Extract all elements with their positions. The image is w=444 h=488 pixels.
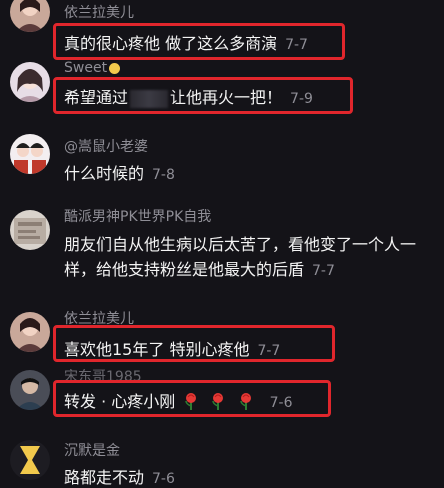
comment-date: 7-7: [312, 263, 335, 279]
comment-username[interactable]: @嵩鼠小老婆: [64, 136, 148, 156]
badge-icon: [109, 62, 121, 74]
comment-body: 路都走不动: [64, 468, 145, 487]
comment-item[interactable]: @嵩鼠小老婆 什么时候的 7-8: [0, 126, 444, 196]
avatar[interactable]: [10, 62, 50, 102]
comment-username[interactable]: 沉默是金: [64, 440, 120, 460]
comment-text: 什么时候的 7-8: [64, 160, 175, 184]
highlight-box: [53, 380, 331, 417]
comment-item[interactable]: 酷派男神PK世界PK自我 朋友们自从他生病以后太苦了，看他变了一个人一样，给他支…: [0, 200, 444, 300]
comment-date: 7-6: [152, 471, 175, 487]
highlight-box: [53, 23, 345, 60]
comment-body: 朋友们自从他生病以后太苦了，看他变了一个人一样，给他支持粉丝是他最大的后盾: [64, 235, 417, 279]
comment-body: 什么时候的: [64, 164, 145, 183]
comment-text: 路都走不动 7-6: [64, 464, 175, 488]
comment-username[interactable]: 依兰拉美儿: [64, 2, 134, 22]
avatar[interactable]: [10, 0, 50, 32]
comment-text: 朋友们自从他生病以后太苦了，看他变了一个人一样，给他支持粉丝是他最大的后盾 7-7: [64, 232, 436, 284]
highlight-box: [53, 325, 335, 362]
avatar[interactable]: [10, 440, 50, 480]
avatar[interactable]: [10, 312, 50, 352]
comment-date: 7-8: [152, 167, 175, 183]
avatar[interactable]: [10, 370, 50, 410]
avatar[interactable]: [10, 134, 50, 174]
username-text: Sweet: [64, 60, 108, 76]
avatar[interactable]: [10, 210, 50, 250]
comment-item[interactable]: 沉默是金 路都走不动 7-6: [0, 434, 444, 487]
comment-username[interactable]: 酷派男神PK世界PK自我: [64, 206, 211, 226]
comment-username[interactable]: Sweet: [64, 60, 121, 76]
highlight-box: [53, 77, 353, 114]
